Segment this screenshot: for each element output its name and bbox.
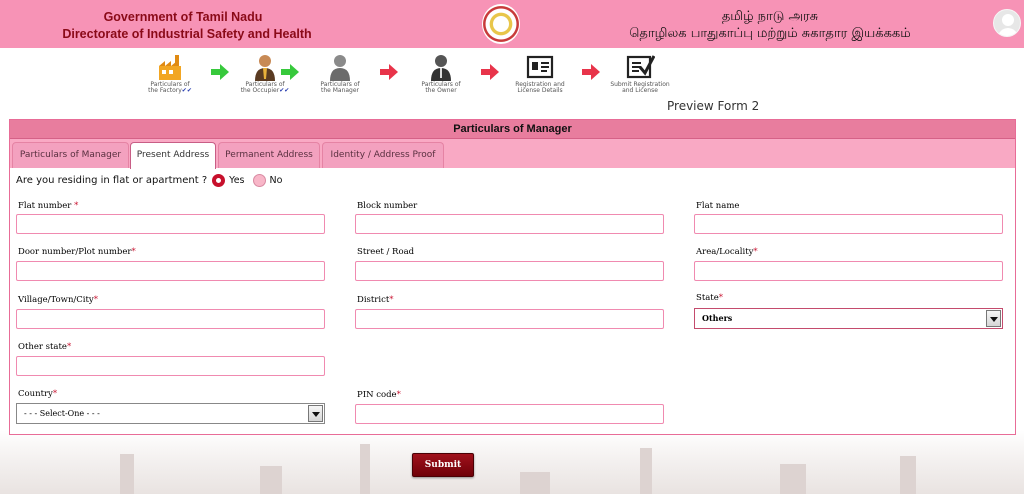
tamil-nadu-emblem-logo — [482, 4, 520, 44]
radio-yes[interactable] — [212, 174, 226, 187]
flat-name-label: Flat name — [696, 201, 740, 211]
state-label: State* — [696, 293, 724, 303]
org-name-english-line2: Directorate of Industrial Safety and Hea… — [62, 27, 312, 41]
submit-button[interactable]: Submit — [412, 453, 474, 477]
radio-no[interactable] — [252, 174, 266, 187]
district-label: District* — [357, 295, 394, 305]
checklist-icon — [626, 55, 655, 79]
country-select-value: - - - Select-One - - - — [24, 409, 100, 418]
street-input[interactable] — [355, 261, 664, 281]
country-select[interactable]: - - - Select-One - - - — [16, 403, 325, 424]
door-number-input[interactable] — [16, 261, 325, 281]
country-label: Country* — [18, 389, 58, 399]
site-header: Government of Tamil Nadu Directorate of … — [0, 0, 1024, 48]
radio-yes-label: Yes — [229, 175, 245, 186]
org-name-tamil-line1: தமிழ் நாடு அரசு — [721, 9, 819, 24]
block-number-input[interactable] — [355, 214, 664, 234]
step-label: the Manager — [320, 87, 360, 94]
flat-number-label: Flat number * — [18, 201, 79, 211]
step-complete-check-icon: ✔✔ — [181, 87, 192, 94]
step-owner[interactable]: Particulars of the Owner — [406, 52, 476, 94]
step-manager[interactable]: Particulars of the Manager — [305, 52, 375, 94]
pin-code-input[interactable] — [355, 404, 664, 424]
step-label: and License — [622, 87, 658, 94]
background-industrial-scene — [0, 430, 1024, 494]
tab-particulars-of-manager[interactable]: Particulars of Manager — [12, 142, 129, 168]
arrow-right-icon — [211, 64, 229, 80]
area-locality-label: Area/Locality* — [696, 247, 758, 257]
step-factory[interactable]: Particulars of the Factory✔✔ — [135, 52, 205, 94]
arrow-right-icon — [380, 64, 398, 80]
id-card-icon — [526, 55, 554, 79]
chevron-down-icon[interactable] — [308, 405, 323, 422]
step-label: the Occupier — [240, 87, 280, 94]
user-avatar-icon[interactable] — [993, 9, 1021, 37]
occupier-person-icon — [255, 55, 275, 81]
other-state-input[interactable] — [16, 356, 325, 376]
village-town-city-input[interactable] — [16, 309, 325, 329]
tab-identity-address-proof[interactable]: Identity / Address Proof — [322, 142, 444, 168]
flat-name-input[interactable] — [694, 214, 1003, 234]
panel-title: Particulars of Manager — [10, 120, 1015, 139]
step-label: the Owner — [425, 87, 457, 94]
owner-person-icon — [431, 55, 451, 81]
step-registration[interactable]: Registration and License Details — [505, 52, 575, 94]
org-name-english-line1: Government of Tamil Nadu — [103, 10, 263, 24]
manager-form-panel: Particulars of Manager Particulars of Ma… — [9, 119, 1016, 435]
step-label: the Factory — [148, 87, 182, 94]
street-label: Street / Road — [357, 247, 415, 257]
district-input[interactable] — [355, 309, 664, 329]
preview-form-label: Preview Form 2 — [667, 99, 760, 113]
chevron-down-icon[interactable] — [986, 310, 1001, 327]
arrow-right-icon — [281, 64, 299, 80]
block-number-label: Block number — [357, 201, 418, 211]
arrow-right-icon — [481, 64, 499, 80]
step-complete-check-icon: ✔✔ — [279, 87, 290, 94]
state-select-value: Others — [702, 313, 733, 323]
arrow-right-icon — [582, 64, 600, 80]
tab-present-address[interactable]: Present Address — [130, 142, 216, 169]
tab-permanent-address[interactable]: Permanent Address — [218, 142, 320, 168]
pin-code-label: PIN code* — [357, 390, 401, 400]
org-name-tamil-line2: தொழிலக பாதுகாப்பு மற்றும் சுகாதார இயக்கக… — [629, 26, 911, 41]
radio-no-label: No — [269, 175, 283, 186]
village-town-city-label: Village/Town/City* — [18, 295, 98, 305]
door-number-label: Door number/Plot number* — [18, 247, 136, 257]
factory-icon — [159, 55, 181, 80]
step-label: License Details — [517, 87, 563, 94]
tab-bar: Particulars of Manager Present Address P… — [10, 139, 1015, 169]
area-locality-input[interactable] — [694, 261, 1003, 281]
flat-number-input[interactable] — [16, 214, 325, 234]
state-select[interactable]: Others — [694, 308, 1003, 329]
other-state-label: Other state* — [18, 342, 72, 352]
residing-question-label: Are you residing in flat or apartment ? — [16, 175, 208, 186]
manager-person-icon — [330, 55, 350, 81]
step-submit[interactable]: Submit Registration and License — [605, 52, 675, 94]
residing-question-row: Are you residing in flat or apartment ? … — [16, 174, 282, 187]
